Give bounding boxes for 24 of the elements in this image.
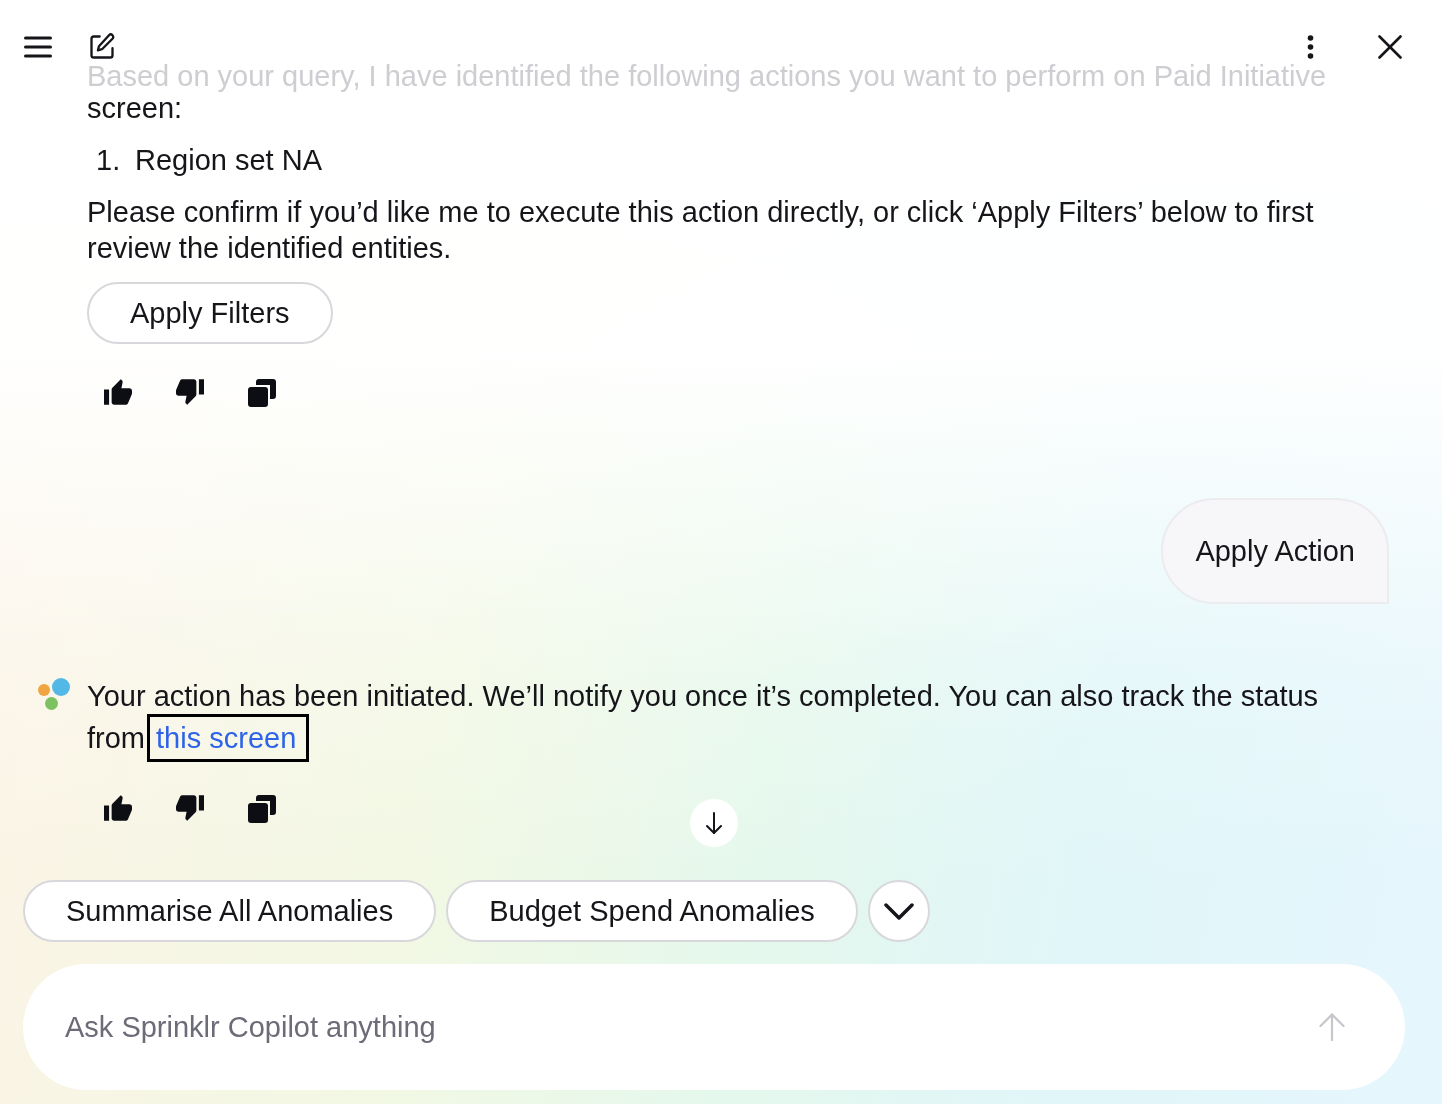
message-text: Your action has been initiated. We’ll notify you once it’s completed. You can also track the status from this screen bbox=[87, 678, 1342, 762]
copy-icon[interactable] bbox=[248, 795, 276, 823]
list-item-text: Region set NA bbox=[135, 143, 322, 178]
menu-icon[interactable] bbox=[24, 36, 52, 58]
screen-link[interactable]: this screen bbox=[147, 714, 310, 762]
apply-filters-button[interactable]: Apply Filters bbox=[87, 282, 333, 344]
close-icon[interactable] bbox=[1378, 35, 1402, 59]
message-input-field[interactable]: Ask Sprinklr Copilot anything bbox=[23, 964, 1405, 1090]
arrow-down-icon bbox=[706, 812, 722, 834]
thumbs-down-icon[interactable] bbox=[176, 379, 204, 405]
edit-icon[interactable] bbox=[88, 33, 116, 61]
suggestion-chip[interactable]: Budget Spend Anomalies bbox=[446, 880, 858, 942]
list-number: 1. bbox=[96, 143, 122, 178]
chevron-down-icon bbox=[883, 902, 914, 920]
message-text: Please confirm if you’d like me to execute this action directly, or click ‘Apply Filters’ below to first review the identified entities. bbox=[87, 195, 1315, 266]
thumbs-up-icon[interactable] bbox=[104, 379, 132, 405]
more-options-icon[interactable] bbox=[1307, 35, 1314, 59]
thumbs-down-icon[interactable] bbox=[176, 795, 204, 821]
message-text: screen: bbox=[87, 91, 183, 126]
thumbs-up-icon[interactable] bbox=[104, 795, 132, 821]
scroll-down-button[interactable] bbox=[690, 799, 738, 847]
user-message-bubble: Apply Action bbox=[1161, 498, 1389, 604]
suggestion-chip[interactable]: Summarise All Anomalies bbox=[23, 880, 437, 942]
copy-icon[interactable] bbox=[248, 379, 276, 407]
